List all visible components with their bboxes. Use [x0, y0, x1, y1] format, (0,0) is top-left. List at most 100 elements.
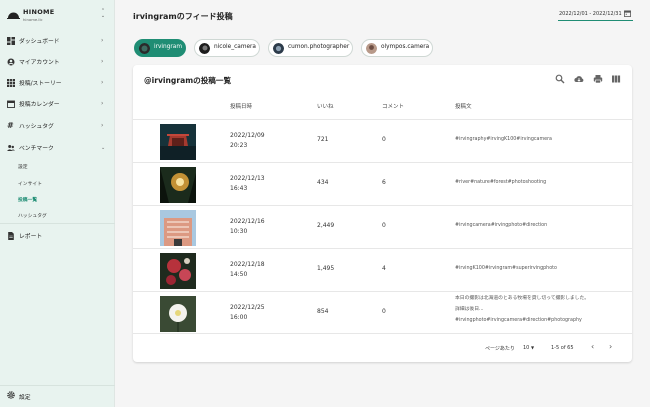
calendar-icon — [7, 100, 15, 108]
post-date: 2022/12/16 10:30 — [230, 218, 265, 235]
view-columns-icon[interactable] — [611, 74, 621, 84]
account-chip-cumon-photographer[interactable]: cumon.photographer — [268, 39, 353, 57]
cloud-download-icon[interactable] — [574, 74, 584, 84]
chevron-right-icon: › — [101, 37, 104, 44]
post-likes: 854 — [317, 308, 329, 315]
column-header-comments[interactable]: コメント — [382, 102, 404, 110]
chevron-updown-icon[interactable]: ⌃ ⌄ — [99, 9, 107, 21]
column-header-text[interactable]: 投稿文 — [455, 102, 472, 110]
sidebar-item-hashtag[interactable]: # ハッシュタグ › — [0, 115, 115, 136]
post-date: 2022/12/18 14:50 — [230, 261, 265, 278]
sidebar-item-benchmark[interactable]: ベンチマーク ⌄ — [0, 137, 115, 158]
post-likes: 1,495 — [317, 265, 335, 272]
gear-icon — [7, 391, 15, 399]
sidebar-subitem-post-list[interactable]: 投稿一覧 — [18, 196, 37, 203]
rows-per-page-label: ページあたり — [485, 346, 515, 352]
post-comments: 0 — [382, 136, 386, 143]
settings-label: 設定 — [19, 395, 31, 401]
post-date: 2022/12/25 16:00 — [230, 304, 265, 321]
post-text-line: #irvingphoto#irvingcamera#direction#phot… — [455, 318, 582, 323]
sidebar-item-label: ハッシュタグ — [19, 124, 54, 130]
sidebar-item-dashboard[interactable]: ダッシュボード › — [0, 30, 115, 51]
table-row[interactable]: 2022/12/25 16:00 854 0 本日の撮影は北海道のとある牧場を貸し… — [133, 291, 632, 334]
post-text-line: 本日の撮影は北海道のとある牧場を貸し切って撮影しました。 — [455, 296, 590, 301]
sidebar-item-calendar[interactable]: 投稿カレンダー › — [0, 93, 115, 114]
table-row[interactable]: 2022/12/18 14:50 1,495 4 #irvingK100#irvi… — [133, 248, 632, 291]
table-row[interactable]: 2022/12/13 16:43 434 6 #river#nature#fore… — [133, 162, 632, 205]
post-thumbnail — [160, 167, 196, 203]
table-row[interactable]: 2022/12/09 20:23 721 0 #irvingraphy#irvin… — [133, 119, 632, 162]
sidebar-subitem-settings[interactable]: 設定 — [18, 163, 28, 170]
sidebar-item-label: 投稿カレンダー — [19, 102, 60, 108]
post-thumbnail — [160, 296, 196, 332]
sidebar-item-label: マイアカウント — [19, 60, 60, 66]
chevron-right-icon: › — [101, 79, 104, 86]
table-footer-divider — [133, 333, 632, 334]
account-chip-irvingram[interactable]: irvingram — [134, 39, 186, 57]
page-title: irvingramのフィード投稿 — [133, 12, 233, 21]
table-row[interactable]: 2022/12/16 10:30 2,449 0 #irvingcamera#ir… — [133, 205, 632, 248]
rows-per-page-select[interactable]: 10 ▼ — [523, 345, 534, 351]
post-comments: 6 — [382, 179, 386, 186]
sidebar: HINOME hinome.llc ⌃ ⌄ ダッシュボード › マイアカウント ›… — [0, 0, 115, 407]
brand[interactable]: HINOME hinome.llc ⌃ ⌄ — [7, 8, 111, 26]
account-chip-label: olympos.camera — [381, 44, 430, 50]
chevron-down-icon: ⌄ — [101, 144, 106, 151]
sidebar-settings[interactable]: 設定 — [0, 389, 115, 401]
post-date: 2022/12/09 20:23 — [230, 132, 265, 149]
caret-down-icon: ▼ — [530, 345, 535, 350]
date-range-field[interactable]: 2022/12/01 - 2022/12/31 — [559, 11, 622, 17]
posts-table-card: @irvingramの投稿一覧 投稿日時 いいね コメント 投稿文 2022/1… — [133, 65, 632, 362]
grid-icon — [7, 78, 15, 87]
post-text-line: 詳細は後日... — [455, 307, 484, 312]
table-title: @irvingramの投稿一覧 — [144, 76, 232, 85]
print-icon[interactable] — [593, 74, 603, 84]
brand-logo-icon — [7, 12, 20, 19]
account-chip-label: nicole_camera — [214, 44, 256, 50]
people-icon — [7, 144, 15, 151]
account-chip-label: irvingram — [154, 44, 182, 50]
post-comments: 4 — [382, 265, 386, 272]
chevron-right-icon: › — [101, 58, 104, 65]
column-header-date[interactable]: 投稿日時 — [230, 102, 252, 110]
account-chip-label: cumon.photographer — [288, 44, 350, 50]
post-likes: 434 — [317, 179, 329, 186]
date-range-underline — [558, 20, 633, 21]
account-chip-nicole-camera[interactable]: nicole_camera — [194, 39, 260, 57]
sidebar-item-report[interactable]: レポート — [0, 225, 115, 246]
avatar — [139, 43, 150, 54]
post-thumbnail — [160, 124, 196, 160]
avatar — [366, 43, 377, 54]
prev-page-button[interactable]: ‹ — [591, 342, 594, 351]
post-likes: 721 — [317, 136, 329, 143]
sidebar-subitem-insights[interactable]: インサイト — [18, 180, 42, 187]
sidebar-item-posts-stories[interactable]: 投稿/ストーリー › — [0, 72, 115, 93]
brand-name: HINOME — [23, 8, 55, 16]
brand-subtitle: hinome.llc — [23, 17, 43, 22]
search-icon[interactable] — [555, 74, 565, 84]
sidebar-subitem-hashtag[interactable]: ハッシュタグ — [18, 212, 47, 219]
post-comments: 0 — [382, 222, 386, 229]
next-page-button[interactable]: › — [609, 342, 612, 351]
post-thumbnail — [160, 253, 196, 289]
post-text: #irvingcamera#irvingphoto#direction — [455, 223, 548, 228]
chevron-right-icon: › — [101, 100, 104, 107]
sidebar-item-my-account[interactable]: マイアカウント › — [0, 51, 115, 72]
account-chip-olympos-camera[interactable]: olympos.camera — [361, 39, 433, 57]
sidebar-item-label: 投稿/ストーリー — [19, 81, 62, 87]
pagination-range: 1-5 of 65 — [551, 345, 574, 351]
sidebar-divider — [0, 385, 115, 386]
post-likes: 2,449 — [317, 222, 335, 229]
document-icon — [8, 231, 14, 240]
account-icon — [7, 58, 15, 65]
calendar-icon[interactable] — [624, 10, 631, 17]
sidebar-divider — [0, 223, 115, 224]
dashboard-icon — [7, 36, 15, 45]
avatar — [273, 43, 284, 54]
post-text: #irvingK100#irvingram#superirvingphoto — [455, 266, 557, 271]
hashtag-icon: # — [7, 120, 14, 130]
column-header-likes[interactable]: いいね — [317, 102, 334, 110]
chevron-right-icon: › — [101, 122, 104, 129]
post-text: #river#nature#forest#photoshooting — [455, 180, 547, 185]
sidebar-item-label: ベンチマーク — [19, 146, 54, 152]
